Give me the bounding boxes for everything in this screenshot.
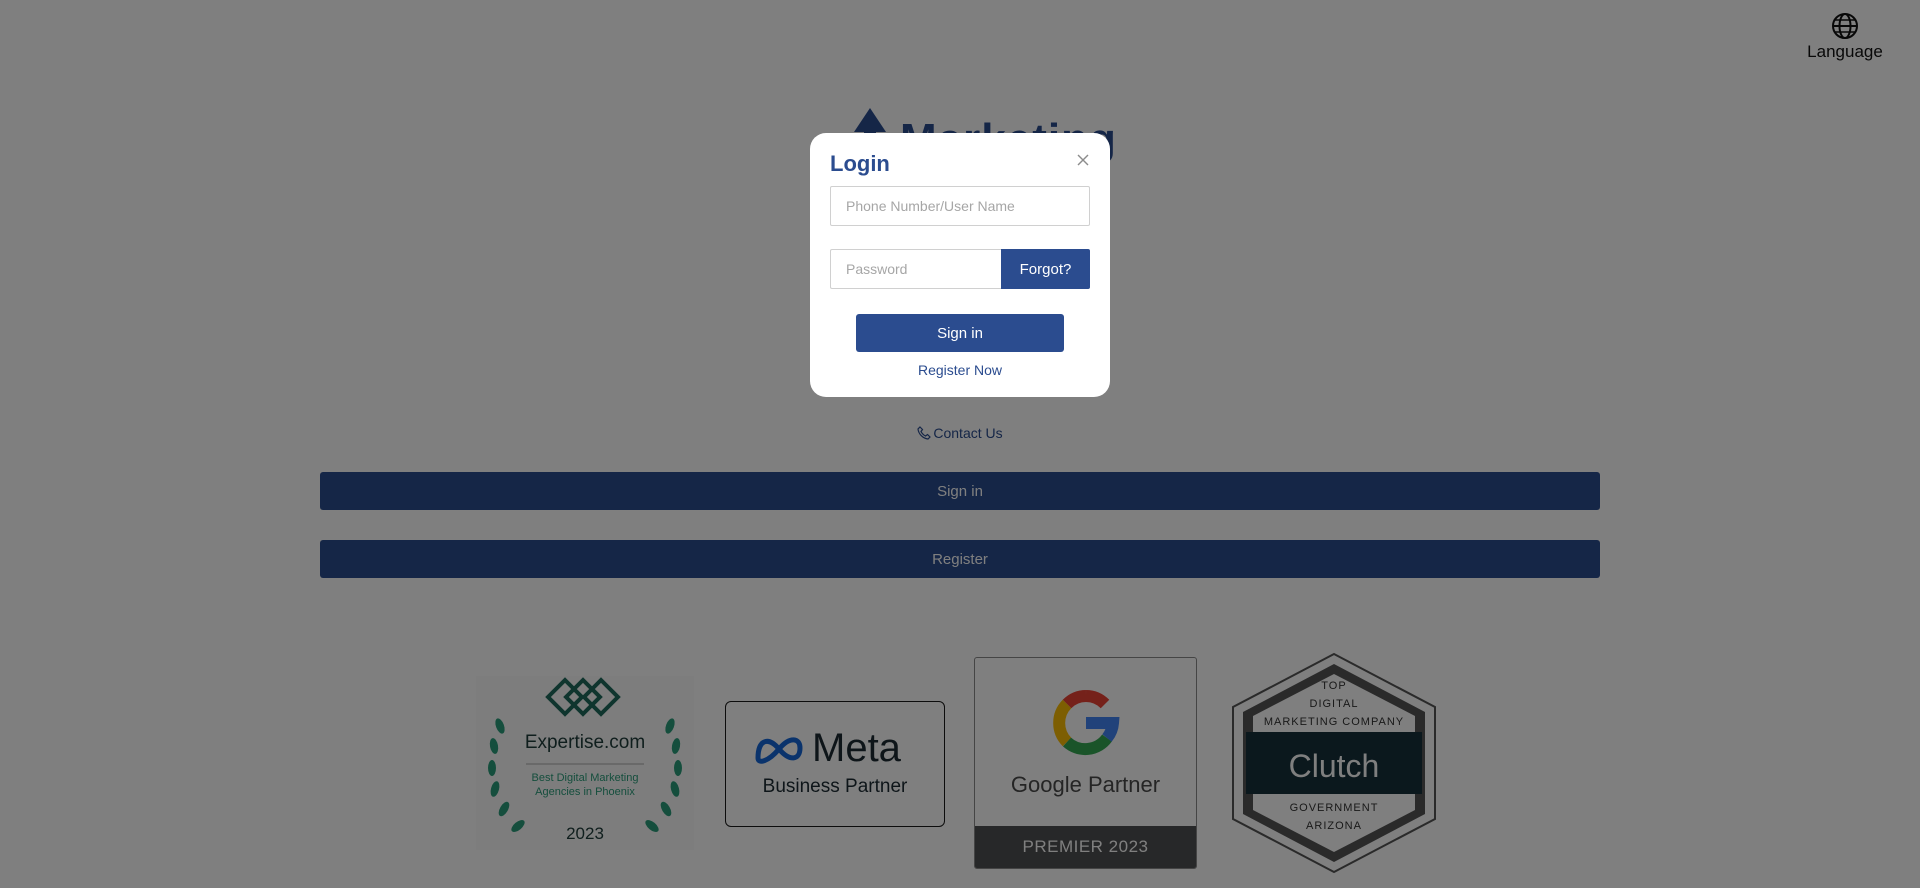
username-input[interactable]: [830, 186, 1090, 226]
register-now-link[interactable]: Register Now: [810, 362, 1110, 378]
password-input[interactable]: [830, 249, 1002, 289]
login-modal: Login Forgot? Sign in Register Now: [810, 133, 1110, 397]
close-icon[interactable]: [1076, 153, 1090, 167]
modal-signin-button[interactable]: Sign in: [856, 314, 1064, 352]
modal-title: Login: [830, 151, 890, 176]
forgot-password-button[interactable]: Forgot?: [1001, 249, 1090, 289]
